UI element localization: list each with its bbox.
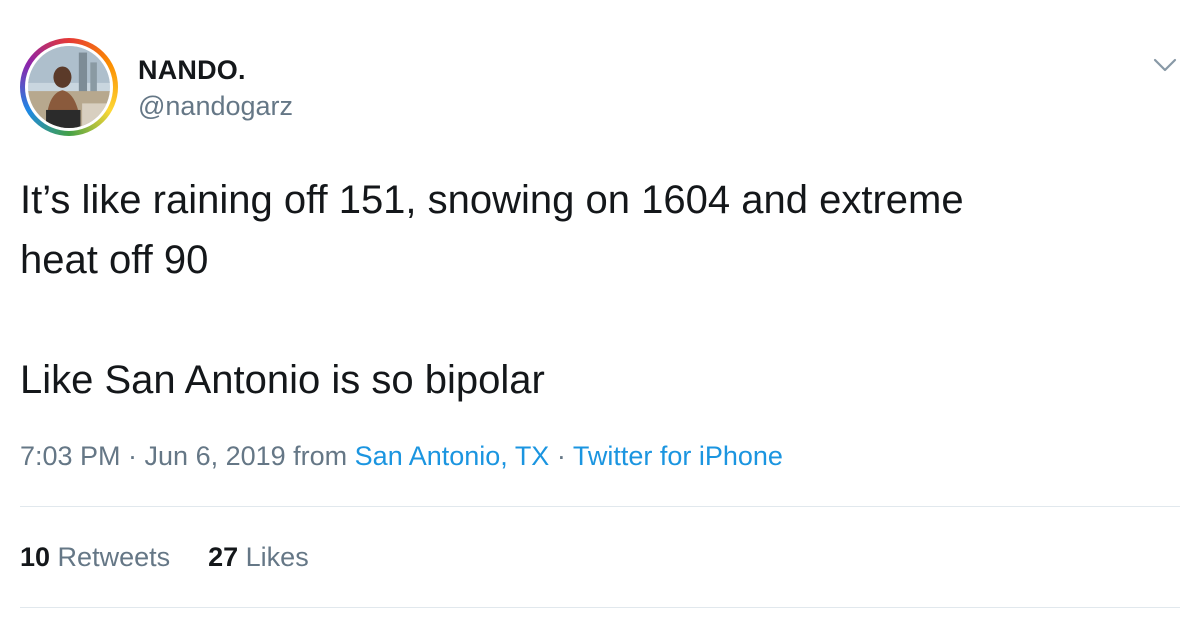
source-link[interactable]: Twitter for iPhone [573, 441, 783, 471]
avatar[interactable] [20, 38, 118, 136]
likes-stat[interactable]: 27 Likes [208, 541, 309, 573]
avatar-photo [25, 43, 113, 131]
chevron-down-icon[interactable] [1150, 50, 1180, 80]
likes-count: 27 [208, 542, 239, 572]
tweet-text-line: Like San Antonio is so bipolar [20, 358, 545, 402]
divider [20, 607, 1180, 608]
tweet-text-line: heat off 90 [20, 238, 209, 282]
tweet-stats: 10 Retweets 27 Likes [20, 541, 309, 573]
retweets-count: 10 [20, 542, 51, 572]
likes-label: Likes [238, 542, 309, 572]
user-handle[interactable]: @nandogarz [138, 90, 293, 122]
tweet-card: NANDO. @nandogarz It’s like raining off … [0, 0, 1200, 631]
retweets-label: Retweets [50, 542, 171, 572]
display-name[interactable]: NANDO. [138, 54, 246, 86]
divider [20, 506, 1180, 507]
avatar-image [28, 46, 110, 128]
tweet-meta: 7:03 PM · Jun 6, 2019 from San Antonio, … [20, 440, 783, 472]
tweet-text-line: It’s like raining off 151, snowing on 16… [20, 178, 964, 222]
retweets-stat[interactable]: 10 Retweets [20, 541, 170, 573]
location-link[interactable]: San Antonio, TX [355, 441, 550, 471]
tweet-text: It’s like raining off 151, snowing on 16… [20, 170, 1180, 410]
meta-separator: · [549, 441, 573, 471]
timestamp[interactable]: 7:03 PM · Jun 6, 2019 from [20, 441, 355, 471]
